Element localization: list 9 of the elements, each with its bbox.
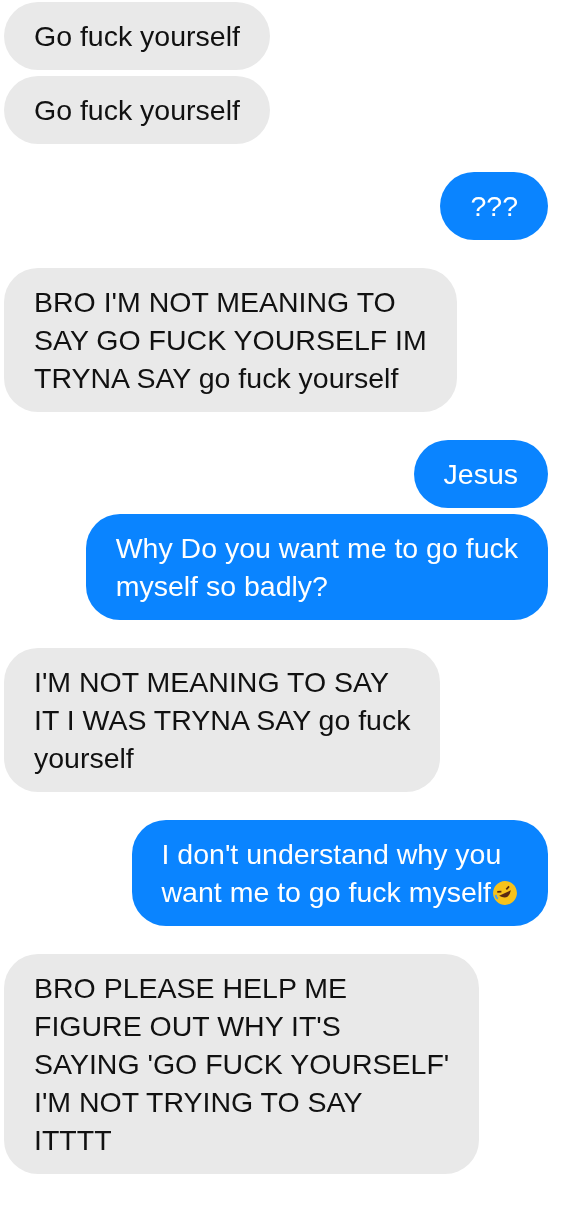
message-bubble: I don't understand why you want me to go fuck myself xyxy=(131,820,548,926)
message-bubble: Go fuck yourself xyxy=(4,2,270,70)
message-bubble: I'M NOT MEANING TO SAY IT I WAS TRYNA SAY go fuck yourself xyxy=(4,648,441,792)
message-bubble: Why Do you want me to go fuck myself so badly? xyxy=(85,514,548,620)
message-bubble: Jesus xyxy=(413,440,548,508)
message-bubble: ??? xyxy=(440,172,548,240)
message-bubble: BRO I'M NOT MEANING TO SAY GO FUCK YOURSELF IM TRYNA SAY go fuck yourself xyxy=(4,268,457,412)
message-bubble: Go fuck yourself xyxy=(4,76,270,144)
message-bubble: BRO PLEASE HELP ME FIGURE OUT WHY IT'S SAYING 'GO FUCK YOURSELF' I'M NOT TRYING TO SAY ITTTT xyxy=(4,954,480,1174)
